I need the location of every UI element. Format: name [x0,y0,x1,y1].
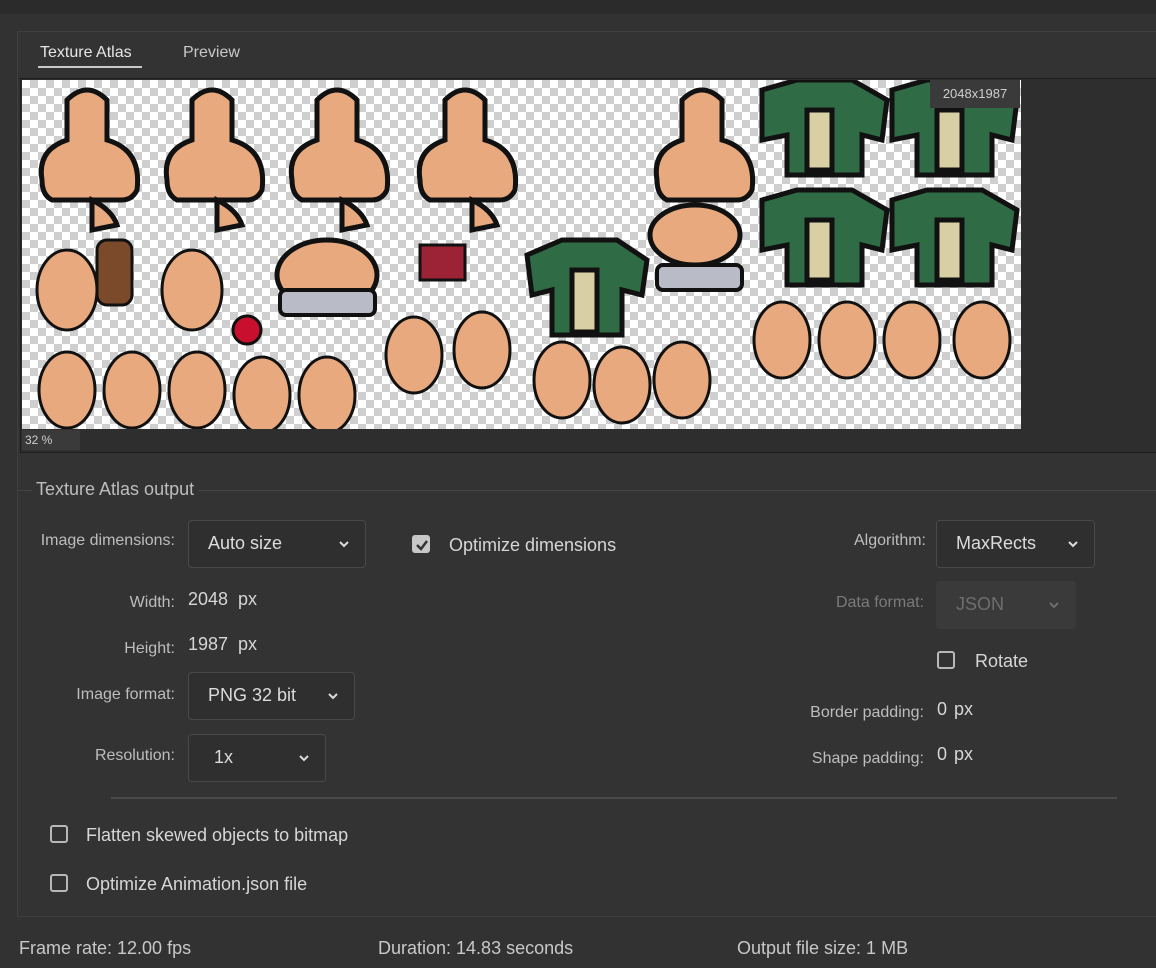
sprite-arm-2 [214,195,246,234]
data-format-dropdown: JSON [936,581,1076,629]
sprite-small-7 [297,355,357,429]
image-format-dropdown[interactable]: PNG 32 bit [188,672,355,720]
sprite-small-11 [592,345,652,425]
output-file-size-text: Output file size: 1 MB [737,938,909,958]
image-format-label: Image format: [76,686,175,703]
chevron-down-icon [299,755,309,762]
border-padding-unit: px [954,699,974,719]
algorithm-dropdown[interactable]: MaxRects [936,520,1095,568]
shape-padding-unit: px [954,744,974,764]
data-format-label: Data format: [835,594,924,611]
texture-atlas-output-legend: Texture Atlas output [32,479,199,500]
image-dimensions-value: Auto size [208,533,283,553]
sprite-head-2 [163,87,266,203]
atlas-sprites [35,80,1020,429]
shape-padding-value[interactable]: 0 [937,744,947,765]
sprite-head-5 [653,87,756,203]
window-top-bar [0,0,1156,14]
chevron-down-icon [1049,602,1059,609]
optimize-animation-json-checkbox[interactable] [50,874,68,892]
sprite-arm-3 [339,195,371,234]
sprite-shorts-2 [655,263,744,292]
active-tab-indicator [38,66,142,68]
image-format-value: PNG 32 bit [208,685,297,705]
rotate-label[interactable]: Rotate [975,651,1028,672]
sprite-mug [231,314,263,346]
tab-texture-atlas[interactable]: Texture Atlas [40,44,132,62]
frame-rate-text: Frame rate: 12.00 fps [19,938,192,958]
sprite-small-2 [160,248,224,332]
rotate-checkbox[interactable] [937,651,955,669]
border-padding-label: Border padding: [810,704,924,721]
sprite-head-4 [416,87,519,203]
image-dimensions-label: Image dimensions: [40,532,175,549]
sprite-head-3 [288,87,391,203]
resolution-label: Resolution: [94,747,175,764]
height-unit: px [238,634,258,654]
height-value: 1987 [188,634,229,654]
sprite-small-12 [652,340,712,420]
optimize-dimensions-checkbox[interactable] [412,535,430,553]
sprite-small-14 [817,300,877,380]
flatten-skewed-label[interactable]: Flatten skewed objects to bitmap [86,825,348,846]
section-divider [111,797,1117,799]
tab-preview[interactable]: Preview [183,44,240,62]
sprite-small-15 [882,300,942,380]
resolution-dropdown[interactable]: 1x [188,734,326,782]
sprite-small-9 [452,310,512,390]
chevron-down-icon [339,541,349,548]
optimize-dimensions-label[interactable]: Optimize dimensions [449,535,616,556]
width-label: Width: [129,594,175,611]
height-label: Height: [124,640,175,657]
shape-padding-label: Shape padding: [811,750,924,767]
optimize-animation-json-label[interactable]: Optimize Animation.json file [86,874,307,895]
sprite-small-1 [35,248,99,332]
atlas-dimensions-badge: 2048x1987 [930,80,1020,108]
sprite-bread [95,238,134,307]
sprite-shorts-1 [278,288,377,317]
resolution-value: 1x [214,747,234,767]
sprite-belly-2 [647,202,743,268]
chevron-down-icon [328,693,338,700]
zoom-level-badge: 32 % [22,430,80,450]
algorithm-label: Algorithm: [853,532,926,549]
chevron-down-icon [1068,541,1078,548]
algorithm-value: MaxRects [956,533,1037,553]
sprite-small-4 [102,350,162,429]
sprite-small-10 [532,340,592,420]
data-format-value: JSON [956,594,1005,614]
sprite-small-16 [952,300,1012,380]
width-value: 2048 [188,589,229,609]
flatten-skewed-checkbox[interactable] [50,825,68,843]
duration-text: Duration: 14.83 seconds [378,938,574,958]
sprite-arm-1 [89,195,121,234]
sprite-arm-4 [469,195,501,234]
sprite-book [418,243,467,282]
border-padding-value[interactable]: 0 [937,699,947,720]
sprite-head-1 [38,87,141,203]
sprite-small-5 [167,350,227,429]
sprite-small-8 [384,315,444,395]
sprite-small-13 [752,300,812,380]
image-dimensions-dropdown[interactable]: Auto size [188,520,366,568]
sprite-small-6 [232,355,292,429]
check-icon [416,540,428,551]
texture-atlas-preview-image[interactable] [22,80,1021,429]
sprite-small-3 [37,350,97,429]
width-unit: px [238,589,258,609]
